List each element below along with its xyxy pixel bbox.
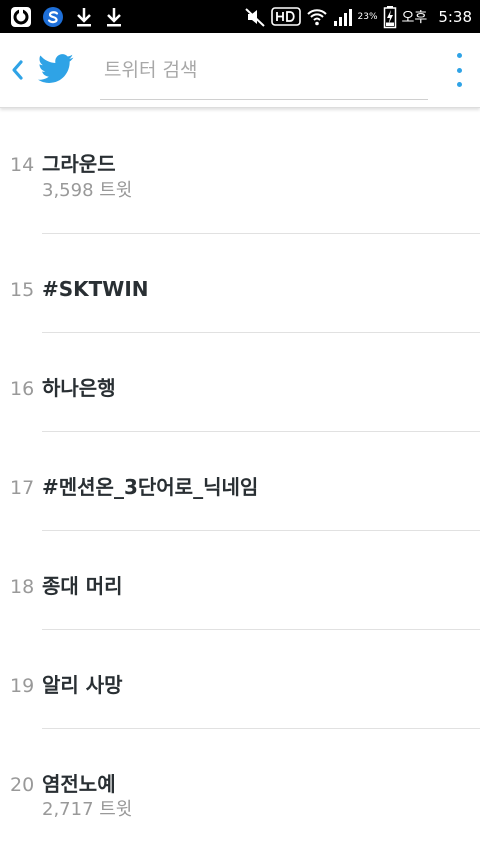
- download-icon: [107, 7, 121, 26]
- trend-item[interactable]: 19 알리 사망: [0, 630, 480, 729]
- more-vertical-icon[interactable]: [452, 53, 466, 87]
- trend-item[interactable]: 16 하나은행: [0, 333, 480, 432]
- wifi-icon: [306, 8, 327, 25]
- status-time: 5:38: [438, 7, 472, 26]
- battery-charging-icon: [383, 5, 396, 28]
- trend-rank: 14: [10, 154, 35, 176]
- twitter-bird-icon[interactable]: [38, 53, 74, 85]
- trend-tweet-count: 2,717 트윗: [42, 799, 133, 820]
- trend-list: 14 그라운드 3,598 트윗 15 #SKTWIN 16 하나은행 17 #…: [0, 108, 480, 853]
- signal-icon: [333, 8, 352, 26]
- trend-name: 종대 머리: [42, 574, 123, 598]
- status-bar-system: 23% 오후 5:38: [244, 0, 472, 33]
- overflow-dot: [456, 67, 462, 73]
- trend-name: #멘션온_3단어로_닉네임: [42, 475, 259, 499]
- trend-rank: 18: [10, 576, 35, 598]
- status-ampm: 오후: [401, 9, 428, 26]
- overflow-dot: [456, 53, 462, 58]
- trend-item[interactable]: 17 #멘션온_3단어로_닉네임: [0, 432, 480, 531]
- trend-name: 알리 사망: [42, 673, 123, 697]
- chevron-left-icon: [12, 60, 23, 80]
- opera-icon: [11, 6, 31, 27]
- trend-name: #SKTWIN: [42, 277, 149, 301]
- trend-name: 염전노예: [42, 772, 116, 796]
- search-input[interactable]: [100, 55, 428, 85]
- trend-item[interactable]: 18 종대 머리: [0, 531, 480, 630]
- battery-percent: 23%: [357, 11, 378, 22]
- status-bar: 23% 오후 5:38: [0, 0, 480, 33]
- mute-icon: [244, 7, 265, 27]
- back-button[interactable]: [6, 55, 28, 85]
- search-field[interactable]: [100, 47, 428, 100]
- trend-name: 그라운드: [42, 152, 116, 176]
- trend-rank: 17: [10, 477, 35, 499]
- hd-icon: [270, 6, 301, 26]
- trend-item[interactable]: 14 그라운드 3,598 트윗: [0, 108, 480, 234]
- trend-rank: 20: [10, 774, 35, 796]
- trend-name: 하나은행: [42, 376, 116, 400]
- download-icon: [77, 7, 91, 26]
- status-bar-notifications: [10, 0, 124, 33]
- trend-item[interactable]: 20 염전노예 2,717 트윗: [0, 729, 480, 828]
- app-bar: [0, 33, 480, 108]
- trend-item[interactable]: 15 #SKTWIN: [0, 234, 480, 333]
- samsung-s-icon: [43, 6, 63, 27]
- overflow-dot: [456, 82, 462, 87]
- trend-tweet-count: 3,598 트윗: [42, 180, 133, 201]
- trend-rank: 16: [10, 378, 35, 400]
- trend-rank: 15: [10, 279, 35, 301]
- trend-rank: 19: [10, 675, 35, 697]
